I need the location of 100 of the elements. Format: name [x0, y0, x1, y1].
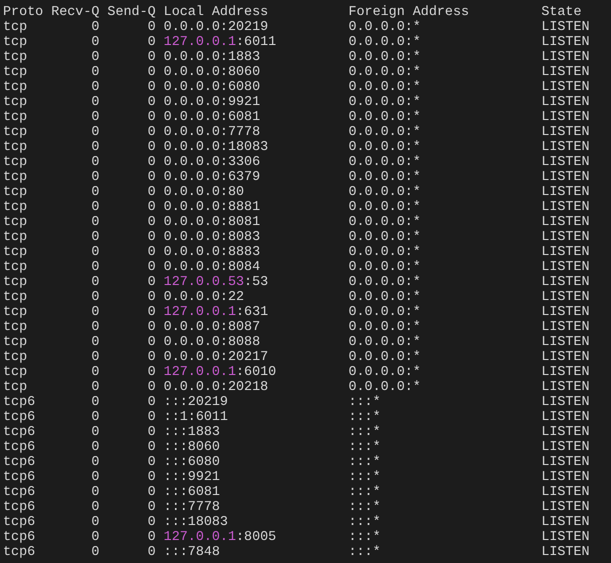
table-cell: 0	[148, 380, 156, 395]
column-header: State	[541, 5, 582, 20]
table-cell: tcp	[3, 215, 28, 230]
table-cell: 0.0.0.0:*	[348, 320, 421, 335]
table-cell: 0	[148, 305, 156, 320]
table-cell: 0.0.0.0:*	[348, 275, 421, 290]
table-cell: LISTEN	[541, 350, 590, 365]
table-cell: LISTEN	[541, 395, 590, 410]
table-cell: 127.0.0.1:6010	[164, 365, 276, 380]
table-cell: LISTEN	[541, 230, 590, 245]
table-cell: 0.0.0.0:*	[348, 380, 421, 395]
table-cell: 0.0.0.0:8883	[164, 245, 260, 260]
table-cell: 0	[148, 290, 156, 305]
table-cell: 0.0.0.0:8087	[164, 320, 260, 335]
table-cell: :::*	[348, 440, 381, 455]
table-cell: 0.0.0.0:9921	[164, 95, 260, 110]
table-cell: :::*	[348, 410, 381, 425]
table-cell: tcp	[3, 65, 28, 80]
table-cell: 0	[148, 80, 156, 95]
table-cell: tcp	[3, 350, 28, 365]
table-cell: 0	[91, 365, 100, 380]
table-cell: 0	[91, 155, 100, 170]
table-cell: LISTEN	[541, 365, 590, 380]
table-cell: 0.0.0.0:*	[348, 305, 421, 320]
table-cell: LISTEN	[541, 320, 590, 335]
table-cell: 0.0.0.0:1883	[164, 50, 260, 65]
table-cell: 0	[148, 350, 156, 365]
table-cell: 0.0.0.0:*	[348, 230, 421, 245]
table-cell: LISTEN	[541, 275, 590, 290]
table-cell: 0	[148, 545, 156, 560]
table-cell: 0	[91, 380, 100, 395]
table-cell: LISTEN	[541, 155, 590, 170]
table-cell: LISTEN	[541, 470, 590, 485]
table-cell: 0.0.0.0:*	[348, 155, 421, 170]
table-cell: 0	[91, 485, 100, 500]
table-cell: :::8060	[164, 440, 220, 455]
table-cell: 0.0.0.0:20219	[164, 20, 268, 35]
table-cell: LISTEN	[541, 110, 590, 125]
table-cell: LISTEN	[541, 95, 590, 110]
table-cell: LISTEN	[541, 380, 590, 395]
table-cell: 0.0.0.0:7778	[164, 125, 260, 140]
table-cell: tcp	[3, 110, 28, 125]
table-cell: :::1883	[164, 425, 220, 440]
table-cell: 0.0.0.0:6379	[164, 170, 260, 185]
table-cell: 0	[148, 320, 156, 335]
table-cell: :::9921	[164, 470, 220, 485]
table-cell: tcp	[3, 305, 28, 320]
table-cell: :::7778	[164, 500, 220, 515]
table-cell: 0	[91, 80, 100, 95]
table-cell: 0	[91, 20, 100, 35]
table-cell: tcp	[3, 380, 28, 395]
table-cell: 0.0.0.0:*	[348, 350, 421, 365]
column-header: Recv-Q	[51, 5, 100, 20]
table-cell: LISTEN	[541, 290, 590, 305]
table-cell: LISTEN	[541, 140, 590, 155]
table-cell: 0	[148, 470, 156, 485]
table-cell: tcp6	[3, 455, 36, 470]
table-cell: :::6080	[164, 455, 220, 470]
table-cell: LISTEN	[541, 335, 590, 350]
table-cell: 0	[148, 485, 156, 500]
table-cell: 0	[148, 395, 156, 410]
table-cell: 0	[148, 35, 156, 50]
table-cell: 0	[91, 515, 100, 530]
table-cell: LISTEN	[541, 545, 590, 560]
table-cell: LISTEN	[541, 170, 590, 185]
table-cell: 0.0.0.0:20218	[164, 380, 268, 395]
table-cell: 0.0.0.0:8060	[164, 65, 260, 80]
table-cell: 0	[148, 155, 156, 170]
table-cell: 0.0.0.0:*	[348, 65, 421, 80]
table-cell: 0.0.0.0:8088	[164, 335, 260, 350]
table-cell: 0	[148, 185, 156, 200]
table-cell: 0.0.0.0:8084	[164, 260, 260, 275]
table-cell: tcp	[3, 185, 28, 200]
table-cell: tcp6	[3, 410, 36, 425]
table-cell: LISTEN	[541, 410, 590, 425]
table-cell: 0.0.0.0:*	[348, 185, 421, 200]
table-cell: 0.0.0.0:20217	[164, 350, 268, 365]
table-cell: 127.0.0.1:8005	[164, 530, 276, 545]
table-cell: 0	[91, 50, 100, 65]
table-cell: tcp6	[3, 425, 36, 440]
table-cell: LISTEN	[541, 500, 590, 515]
table-cell: tcp	[3, 95, 28, 110]
column-header: Send-Q	[107, 5, 156, 20]
table-cell: tcp	[3, 80, 28, 95]
table-cell: 0	[91, 545, 100, 560]
table-cell: :::20219	[164, 395, 228, 410]
table-cell: tcp	[3, 230, 28, 245]
table-cell: :::7848	[164, 545, 220, 560]
table-cell: LISTEN	[541, 20, 590, 35]
table-cell: 0	[91, 335, 100, 350]
table-cell: tcp	[3, 170, 28, 185]
table-cell: LISTEN	[541, 65, 590, 80]
table-cell: 0.0.0.0:*	[348, 335, 421, 350]
table-cell: 0	[91, 125, 100, 140]
table-cell: LISTEN	[541, 200, 590, 215]
table-cell: tcp	[3, 140, 28, 155]
table-cell: 0.0.0.0:6080	[164, 80, 260, 95]
table-cell: 0	[148, 530, 156, 545]
table-cell: tcp6	[3, 440, 36, 455]
table-cell: 0.0.0.0:*	[348, 80, 421, 95]
